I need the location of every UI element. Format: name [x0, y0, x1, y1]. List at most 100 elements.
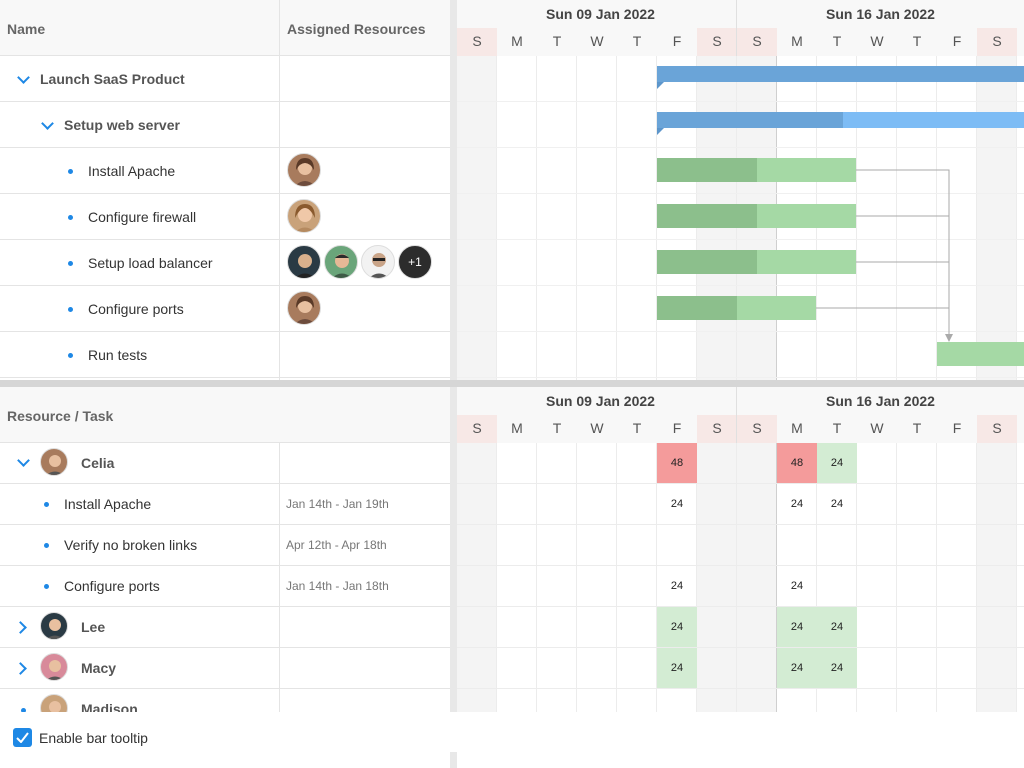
avatar [40, 653, 68, 681]
chevron-right-icon[interactable] [14, 662, 27, 675]
horizontal-splitter[interactable] [0, 380, 1024, 387]
allocation-cell[interactable]: 24 [657, 607, 697, 647]
dependency-lines [816, 169, 953, 342]
row-divider [0, 377, 450, 378]
resource-row[interactable]: Madison [0, 689, 450, 712]
task-row[interactable]: Setup web server [0, 102, 450, 148]
assignment-name: Install Apache [64, 496, 152, 512]
row-gridline [457, 483, 1024, 484]
task-row[interactable]: Setup load balancer +1 [0, 240, 450, 286]
resource-name: Madison [81, 701, 138, 712]
bullet-icon [68, 307, 73, 312]
week-divider [736, 387, 737, 443]
task-row[interactable]: Configure ports [0, 286, 450, 332]
task-grid: Name Assigned Resources Launch SaaS Prod… [0, 0, 450, 380]
resource-row[interactable]: Macy [0, 648, 450, 689]
allocation-cell[interactable]: 24 [777, 648, 817, 688]
resource-name: Macy [81, 660, 117, 676]
task-schedule: Sun 09 Jan 2022 Sun 16 Jan 2022 SMTWTFSS… [457, 0, 1024, 380]
row-gridline [457, 647, 1024, 648]
resource-row[interactable]: Celia [0, 443, 450, 484]
avatar [40, 612, 68, 640]
resource-row[interactable]: Install Apache Jan 14th - Jan 19th [0, 484, 450, 525]
allocation-cell[interactable]: 24 [777, 607, 817, 647]
avatar-madison[interactable] [287, 199, 321, 233]
bullet-icon [44, 543, 49, 548]
resource-grid: Resource / Task Celia Install Apache Jan 1… [0, 387, 450, 712]
avatar-celia[interactable] [287, 153, 321, 187]
allocation-cell[interactable]: 24 [657, 484, 697, 524]
allocation-cell[interactable]: 48 [777, 443, 817, 483]
day-label: W [590, 420, 604, 436]
resource-histogram: Sun 09 Jan 2022 Sun 16 Jan 2022 S M T W T F S S… [457, 387, 1024, 712]
day-label: M [791, 420, 803, 436]
footer-splitter [450, 752, 457, 768]
resource-grid-header: Resource / Task [0, 387, 450, 443]
bar-tooltip-toggle[interactable]: Enable bar tooltip [13, 728, 148, 747]
chevron-down-icon[interactable] [17, 71, 30, 84]
avatar-macy[interactable] [324, 245, 358, 279]
bullet-icon [68, 261, 73, 266]
day-label: S [712, 420, 722, 436]
task-grid-header: Name Assigned Resources [0, 0, 450, 56]
column-header-name[interactable]: Name [7, 21, 45, 37]
week-label: Sun 09 Jan 2022 [546, 393, 655, 409]
allocation-cell[interactable]: 24 [817, 484, 857, 524]
allocation-cell[interactable]: 24 [777, 484, 817, 524]
allocation-cell[interactable]: 48 [657, 443, 697, 483]
task-name: Configure ports [88, 301, 184, 317]
day-label: S [992, 420, 1002, 436]
row-gridline [457, 688, 1024, 689]
assignment-name: Verify no broken links [64, 537, 198, 553]
resource-row[interactable]: Verify no broken links Apr 12th - Apr 18t… [0, 525, 450, 566]
day-label: T [632, 420, 642, 436]
allocation-cell[interactable]: 24 [817, 443, 857, 483]
avatar-person[interactable] [361, 245, 395, 279]
day-label: W [870, 420, 884, 436]
task-name: Setup load balancer [88, 255, 213, 271]
day-label: T [552, 420, 562, 436]
resource-row[interactable]: Lee [0, 607, 450, 648]
overflow-count-label: +1 [408, 255, 422, 269]
checkbox-label: Enable bar tooltip [39, 729, 148, 746]
column-header-resources[interactable]: Assigned Resources [287, 21, 426, 37]
chevron-down-icon[interactable] [41, 117, 54, 130]
task-row[interactable]: Launch SaaS Product [0, 56, 450, 102]
chevron-right-icon[interactable] [14, 621, 27, 634]
avatar-celia[interactable] [287, 291, 321, 325]
week-label: Sun 16 Jan 2022 [826, 393, 935, 409]
assignment-dates: Jan 14th - Jan 19th [286, 497, 389, 511]
resource-name: Celia [81, 455, 115, 471]
allocation-cell[interactable]: 24 [777, 566, 817, 606]
resource-row[interactable]: Configure ports Jan 14th - Jan 18th [0, 566, 450, 607]
allocation-cell[interactable]: 24 [657, 648, 697, 688]
bullet-icon [68, 169, 73, 174]
row-gridline [457, 565, 1024, 566]
row-gridline [457, 524, 1024, 525]
bullet-icon [68, 215, 73, 220]
avatar-overflow-count[interactable]: +1 [398, 245, 432, 279]
day-label: F [952, 420, 962, 436]
day-label: M [511, 420, 523, 436]
chevron-down-icon[interactable] [17, 454, 30, 467]
allocation-cell[interactable]: 24 [817, 607, 857, 647]
column-header-resource-task[interactable]: Resource / Task [7, 408, 113, 424]
day-label: T [912, 420, 922, 436]
bullet-icon [68, 353, 73, 358]
task-name: Install Apache [88, 163, 176, 179]
avatar-lee[interactable] [287, 245, 321, 279]
day-label: S [752, 420, 762, 436]
checkbox[interactable] [13, 728, 32, 747]
assignment-name: Configure ports [64, 578, 160, 594]
assignment-dates: Jan 14th - Jan 18th [286, 579, 389, 593]
bullet-icon [44, 502, 49, 507]
task-row[interactable]: Configure firewall [0, 194, 450, 240]
allocation-cell[interactable]: 24 [657, 566, 697, 606]
row-gridline [457, 606, 1024, 607]
assignment-dates: Apr 12th - Apr 18th [286, 538, 387, 552]
task-row[interactable]: Install Apache [0, 148, 450, 194]
task-row[interactable]: Run tests [0, 332, 450, 378]
allocation-cell[interactable]: 24 [817, 648, 857, 688]
task-name: Setup web server [64, 117, 180, 133]
task-name: Configure firewall [88, 209, 197, 225]
